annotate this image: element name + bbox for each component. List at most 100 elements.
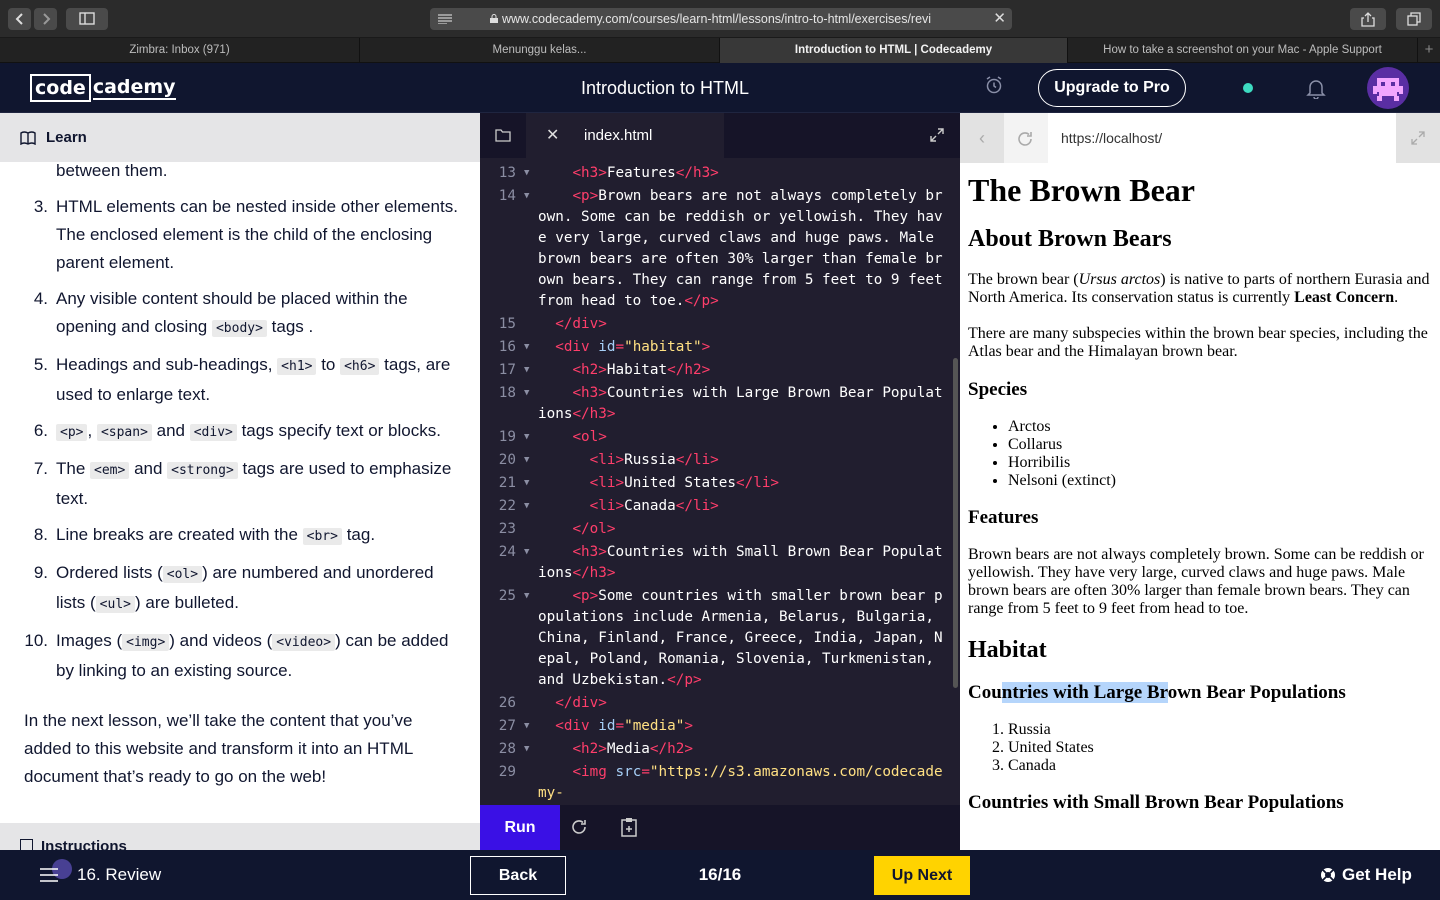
browser-tab-codecademy[interactable]: Introduction to HTML | Codecademy: [720, 38, 1068, 63]
fold-arrow-icon[interactable]: ▼: [524, 427, 529, 448]
fold-arrow-icon[interactable]: ▼: [524, 450, 529, 471]
checkbox-icon: [20, 839, 33, 850]
back-button[interactable]: Back: [470, 856, 566, 895]
code-line: 13 ▼ <h3>Features</h3>: [480, 163, 952, 184]
close-icon[interactable]: ✕: [993, 8, 1006, 30]
file-tab-index-html[interactable]: ✕ index.html: [526, 113, 724, 158]
instructions-tab[interactable]: Instructions: [0, 823, 480, 850]
tab-label: Introduction to HTML | Codecademy: [794, 44, 993, 56]
fold-arrow-icon[interactable]: ▼: [524, 337, 529, 358]
preview-back-button[interactable]: ‹: [960, 113, 1004, 163]
close-file-icon[interactable]: ✕: [546, 113, 559, 159]
instructions-label: Instructions: [41, 838, 127, 850]
code-line: 14 ▼ <p>Brown bears are not always comple…: [480, 186, 952, 312]
code-tag: </div>: [555, 695, 607, 711]
fold-arrow-icon[interactable]: ▼: [524, 473, 529, 494]
learn-panel: Learn between them. 3. HTML elements can …: [0, 113, 480, 850]
fold-arrow-icon[interactable]: ▼: [524, 163, 529, 184]
chevron-left-icon: [15, 13, 23, 25]
fold-arrow-icon[interactable]: ▼: [524, 716, 529, 737]
folder-icon[interactable]: [495, 128, 511, 142]
up-next-button[interactable]: Up Next: [874, 856, 970, 895]
code-line: 25 ▼ <p>Some countries with smaller brown…: [480, 586, 952, 691]
text: Images (: [56, 631, 123, 650]
reader-icon[interactable]: [438, 14, 452, 24]
large-countries-list: Russia United States Canada: [1008, 721, 1432, 775]
list-item: Arctos: [1008, 418, 1432, 436]
line-number: 19: [498, 429, 516, 445]
code-tag: <li>: [589, 452, 625, 468]
sidebar-toggle-button[interactable]: [66, 8, 108, 30]
preview-url[interactable]: https://localhost/: [1048, 113, 1396, 163]
review-list: 3. HTML elements can be nested inside oth…: [0, 193, 480, 685]
browser-back-button[interactable]: [8, 8, 31, 30]
code-area[interactable]: 13 ▼ <h3>Features</h3> 14 ▼ <p>Brown bears …: [480, 163, 952, 805]
avatar[interactable]: [1367, 67, 1409, 109]
new-tab-button[interactable]: +: [1418, 38, 1440, 62]
list-item: Nelsoni (extinct): [1008, 472, 1432, 490]
fold-arrow-icon[interactable]: ▼: [524, 383, 529, 404]
refresh-icon[interactable]: [1016, 130, 1034, 148]
text: HTML elements can be nested inside other…: [56, 197, 458, 272]
list-item: Collarus: [1008, 436, 1432, 454]
code-line: 21 ▼ <li>United States</li>: [480, 473, 952, 494]
line-number: 13: [498, 165, 516, 181]
clipboard-icon[interactable]: [620, 816, 638, 838]
species-heading: Species: [968, 379, 1028, 400]
file-tab-label: index.html: [584, 127, 653, 144]
upgrade-to-pro-button[interactable]: Upgrade to Pro: [1038, 69, 1186, 107]
fold-arrow-icon[interactable]: ▼: [524, 739, 529, 760]
browser-tab-menunggu[interactable]: Menunggu kelas...: [360, 38, 720, 63]
browser-tab-zimbra[interactable]: Zimbra: Inbox (971): [0, 38, 360, 63]
share-button[interactable]: [1350, 8, 1386, 30]
url-text: www.codecademy.com/courses/learn-html/le…: [502, 12, 932, 26]
code-tag: </li>: [675, 498, 719, 514]
lesson-menu-label[interactable]: 16. Review: [77, 850, 161, 900]
fold-arrow-icon[interactable]: ▼: [524, 360, 529, 381]
code-text: Features: [606, 165, 676, 181]
fold-arrow-icon[interactable]: ▼: [524, 186, 529, 207]
hamburger-menu-icon[interactable]: [40, 868, 58, 882]
line-number: 18: [498, 385, 516, 401]
run-button[interactable]: Run: [480, 805, 560, 850]
fold-arrow-icon[interactable]: ▼: [524, 586, 529, 607]
address-bar[interactable]: www.codecademy.com/courses/learn-html/le…: [430, 8, 1012, 30]
text: tags specify text or blocks.: [236, 421, 441, 440]
line-number: 25: [498, 588, 516, 604]
scientific-name: Ursus arctos: [1078, 271, 1161, 288]
reset-icon[interactable]: [570, 818, 588, 836]
code-tag: <img: [572, 764, 616, 780]
code-tag: <h2>: [572, 741, 607, 757]
list-item: 9. Ordered lists (<ol>) are numbered and …: [0, 559, 480, 619]
code-editor: ✕ index.html 13 ▼ <h3>Features</h3> 14 ▼ <p…: [480, 113, 960, 850]
expand-icon[interactable]: [930, 128, 944, 142]
editor-scrollbar[interactable]: [953, 358, 958, 688]
text: to: [316, 355, 341, 374]
alarm-clock-icon[interactable]: [985, 76, 1003, 94]
fold-arrow-icon[interactable]: ▼: [524, 542, 529, 563]
code-string: "media": [624, 718, 685, 734]
tab-label: Menunggu kelas...: [492, 44, 587, 56]
lock-icon: [490, 14, 498, 23]
get-help-button[interactable]: Get Help: [1320, 850, 1412, 900]
browser-forward-button[interactable]: [34, 8, 57, 30]
code-tag: <div: [555, 339, 599, 355]
code-line: 15 </div>: [480, 314, 952, 335]
list-number: 5.: [33, 355, 48, 374]
fold-arrow-icon[interactable]: ▼: [524, 496, 529, 517]
preview-expand-button[interactable]: [1396, 113, 1440, 163]
text: and: [129, 459, 168, 478]
line-number: 27: [498, 718, 516, 734]
code-tag: >: [701, 339, 711, 355]
lesson-content: between them. 3. HTML elements can be nes…: [0, 157, 480, 791]
learn-tab[interactable]: Learn: [0, 113, 480, 162]
bell-icon[interactable]: [1306, 77, 1326, 99]
browser-tab-apple-support[interactable]: How to take a screenshot on your Mac - A…: [1068, 38, 1418, 63]
list-number: 10.: [24, 631, 48, 650]
show-tabs-button[interactable]: [1396, 8, 1432, 30]
